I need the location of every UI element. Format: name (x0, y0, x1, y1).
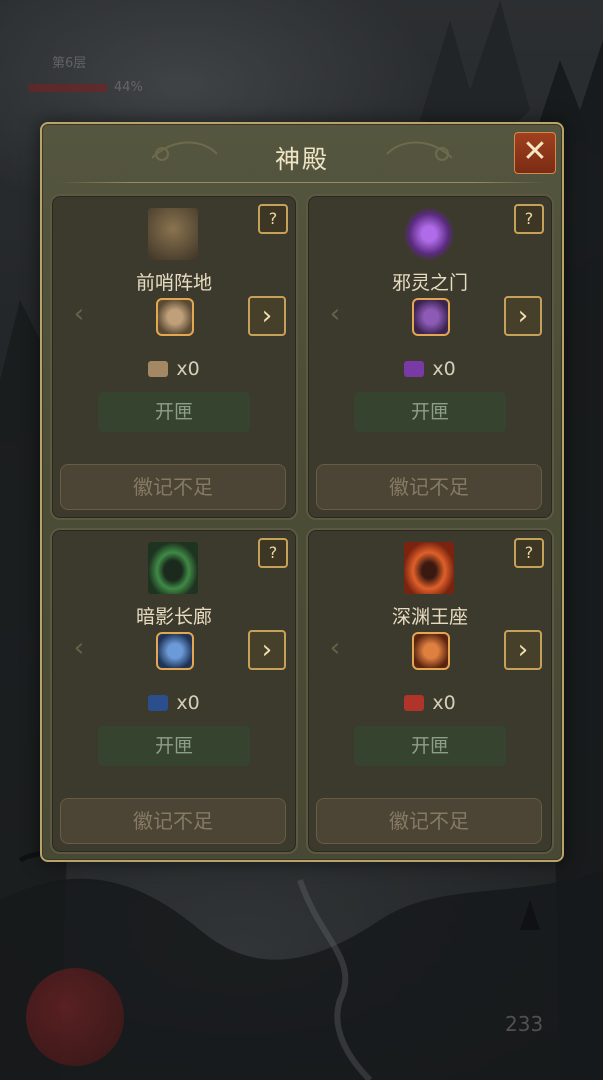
chest-icon (148, 361, 169, 377)
chest-count-row: x0 (52, 692, 296, 714)
prev-arrow-button[interactable]: ‹ (62, 296, 96, 332)
chest-count: x0 (176, 692, 200, 714)
shadow-corridor-emblem-icon[interactable] (156, 632, 194, 670)
help-button[interactable]: ? (258, 538, 288, 568)
open-chest-button[interactable]: 开匣 (98, 726, 250, 766)
help-button[interactable]: ? (258, 204, 288, 234)
temple-dialog: 神殿 ✕ ? 前哨阵地 ‹ › x0 开匣 徽记不足 ? 邪灵之门 ‹ › x0… (40, 122, 564, 862)
open-chest-button[interactable]: 开匣 (98, 392, 250, 432)
help-button[interactable]: ? (514, 538, 544, 568)
abyss-throne-art-icon (404, 542, 454, 594)
temple-card-abyss-throne: ? 深渊王座 ‹ › x0 开匣 徽记不足 (306, 528, 554, 854)
insufficient-emblem-button[interactable]: 徽记不足 (60, 464, 286, 510)
insufficient-emblem-button[interactable]: 徽记不足 (316, 798, 542, 844)
title-divider (58, 182, 546, 183)
chest-count: x0 (432, 692, 456, 714)
close-button[interactable]: ✕ (514, 132, 556, 174)
shadow-corridor-art-icon (148, 542, 198, 594)
prev-arrow-button[interactable]: ‹ (318, 630, 352, 666)
evil-gate-emblem-icon[interactable] (412, 298, 450, 336)
chest-icon (404, 695, 425, 711)
chest-count-row: x0 (308, 692, 552, 714)
insufficient-emblem-button[interactable]: 徽记不足 (60, 798, 286, 844)
prev-arrow-button[interactable]: ‹ (62, 630, 96, 666)
prev-arrow-button[interactable]: ‹ (318, 296, 352, 332)
help-button[interactable]: ? (514, 204, 544, 234)
open-chest-button[interactable]: 开匣 (354, 392, 506, 432)
abyss-throne-emblem-icon[interactable] (412, 632, 450, 670)
outpost-emblem-icon[interactable] (156, 298, 194, 336)
temple-card-shadow-corridor: ? 暗影长廊 ‹ › x0 开匣 徽记不足 (50, 528, 298, 854)
next-arrow-button[interactable]: › (504, 630, 542, 670)
card-name: 深渊王座 (391, 606, 468, 628)
open-chest-button[interactable]: 开匣 (354, 726, 506, 766)
chest-count: x0 (176, 358, 200, 380)
next-arrow-button[interactable]: › (248, 296, 286, 336)
outpost-art-icon (148, 208, 198, 260)
temple-card-evil-gate: ? 邪灵之门 ‹ › x0 开匣 徽记不足 (306, 194, 554, 520)
temple-card-outpost: ? 前哨阵地 ‹ › x0 开匣 徽记不足 (50, 194, 298, 520)
evil-gate-art-icon (404, 208, 454, 260)
card-name: 邪灵之门 (391, 272, 468, 294)
chest-icon (148, 695, 169, 711)
chest-icon (404, 361, 425, 377)
insufficient-emblem-button[interactable]: 徽记不足 (316, 464, 542, 510)
next-arrow-button[interactable]: › (504, 296, 542, 336)
chest-count: x0 (432, 358, 456, 380)
card-name: 前哨阵地 (135, 272, 212, 294)
dialog-title: 神殿 (274, 145, 329, 174)
chest-count-row: x0 (308, 358, 552, 380)
card-name: 暗影长廊 (135, 606, 212, 628)
next-arrow-button[interactable]: › (248, 630, 286, 670)
chest-count-row: x0 (52, 358, 296, 380)
